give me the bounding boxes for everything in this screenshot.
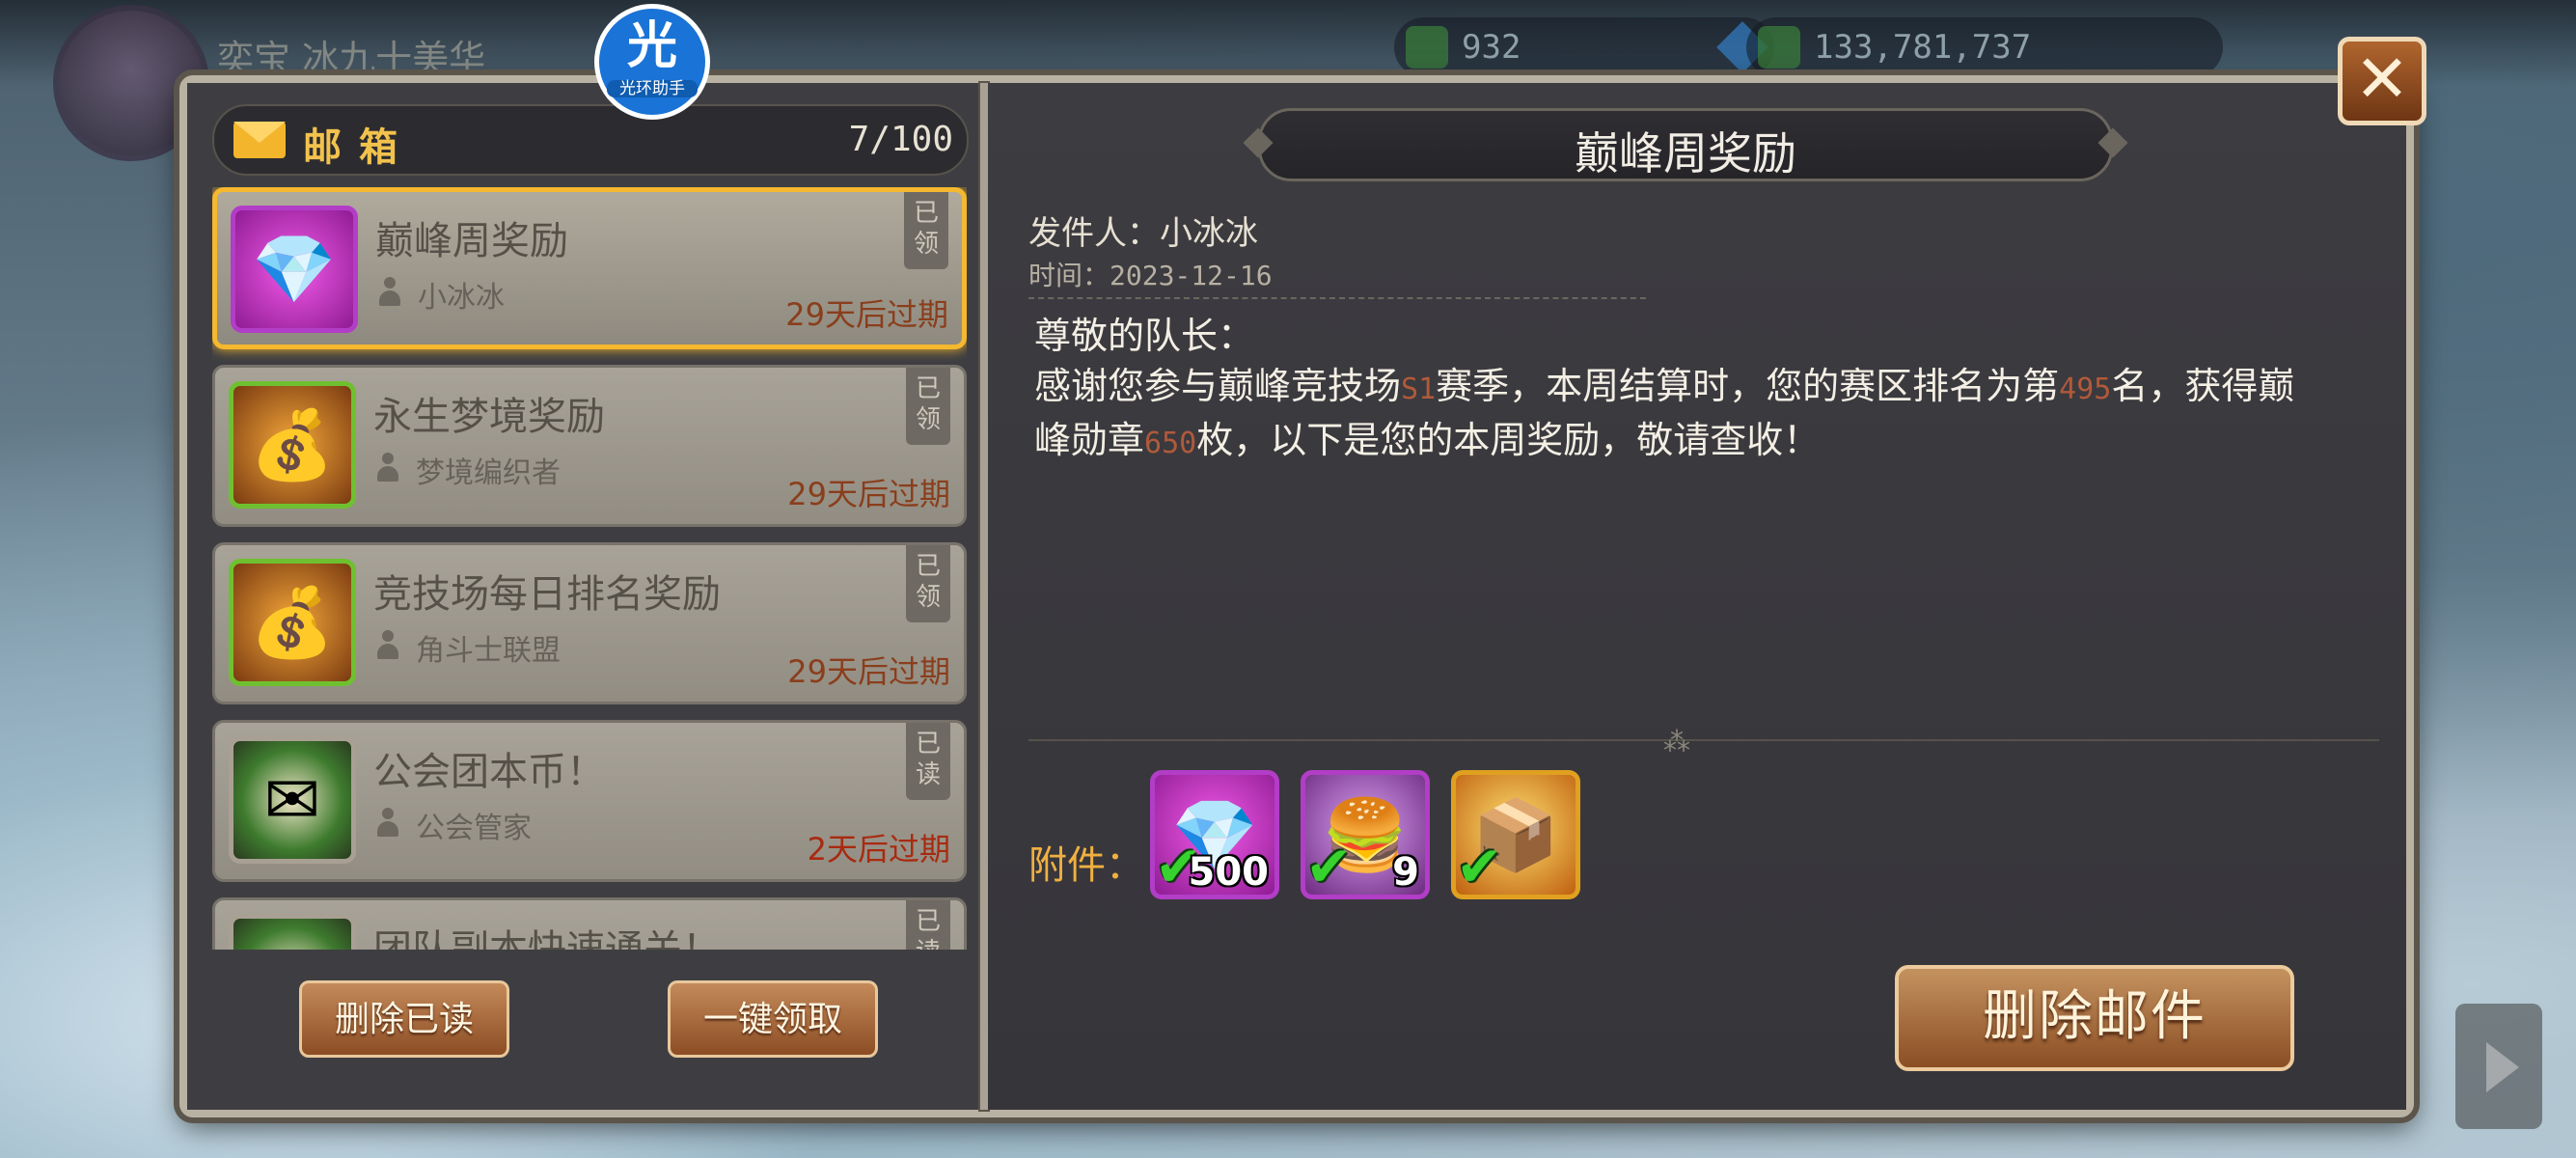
body-text-4: 枚，以下是您的本周奖励，敬请查收！	[1196, 419, 1821, 461]
mail-item-title: 团队副本快速通关！	[373, 927, 721, 950]
mail-item-expire: 29天后过期	[785, 296, 948, 333]
helper-badge[interactable]: 光 光环助手	[594, 4, 710, 120]
mail-detail-panel: 巅峰周奖励 发件人：小冰冰 时间：2023-12-16 尊敬的队长： 感谢您参与…	[988, 83, 2406, 1110]
gold-bag-icon: 💰	[229, 559, 356, 686]
helper-badge-main: 光	[626, 17, 677, 75]
letter-wreath-icon: ✉	[229, 914, 356, 950]
mail-body-paragraph: 感谢您参与巅峰竞技场S1赛季，本周结算时，您的赛区排名为第495名，获得巅峰勋章…	[1034, 361, 2308, 469]
player-name: 奕宝 冰九十美华	[217, 38, 486, 80]
panel-divider	[980, 83, 988, 1110]
envelope-icon	[233, 122, 286, 158]
mail-sender-line: 发件人：小冰冰	[1028, 214, 1258, 253]
attachment-diamond[interactable]: 💎 ✔ 500	[1150, 770, 1279, 899]
mail-item[interactable]: ✉ 公会团本币！ 公会管家 2天后过期 已读	[212, 720, 967, 882]
diamond-icon: 💎	[231, 206, 358, 333]
helper-badge-label: 光环助手	[607, 80, 698, 97]
close-button[interactable]: ✕	[2338, 37, 2426, 125]
mail-item-expire: 29天后过期	[787, 476, 950, 512]
attachment-label: 附件：	[1028, 843, 1144, 888]
gold-bag-icon: 💰	[229, 381, 356, 509]
mail-item[interactable]: ✉ 团队副本快速通关！ 已读	[212, 897, 967, 950]
claimed-check-icon: ✔	[1456, 834, 1503, 899]
mail-status-badge: 已读	[906, 900, 950, 950]
attachment-qty: 500	[1188, 850, 1270, 895]
delete-mail-button[interactable]: 删除邮件	[1895, 965, 2294, 1071]
rank-highlight: 495	[2059, 372, 2112, 406]
mail-item-title: 公会团本币！	[373, 750, 605, 794]
gold-resource: 133,781,737	[1746, 17, 2223, 77]
claimed-check-icon: ✔	[1305, 834, 1353, 899]
gold-count: 133,781,737	[1814, 28, 2032, 67]
mail-item-sender: 公会管家	[416, 812, 532, 845]
attachment-burger[interactable]: 🍔 ✔ 9	[1301, 770, 1430, 899]
mail-item-title: 永生梦境奖励	[373, 395, 605, 439]
mail-item-sender: 梦境编织者	[416, 456, 561, 490]
mail-status-badge: 已领	[904, 192, 948, 269]
dashed-divider	[1028, 297, 1646, 299]
mail-status-badge: 已读	[906, 723, 950, 800]
body-text-1: 感谢您参与巅峰竞技场	[1034, 365, 1402, 407]
body-text-2: 赛季，本周结算时，您的赛区排名为第	[1436, 365, 2060, 407]
person-icon	[375, 808, 400, 839]
claim-all-button[interactable]: 一键领取	[668, 980, 878, 1058]
resource-add-icon	[1406, 26, 1448, 69]
letter-wreath-icon: ✉	[229, 736, 356, 864]
gem-resource: 932	[1394, 17, 1774, 77]
mail-detail-title: 巅峰周奖励	[1575, 127, 1796, 179]
person-icon	[377, 277, 402, 308]
mail-item-sender: 角斗士联盟	[416, 634, 561, 668]
mail-item-expire: 2天后过期	[807, 831, 950, 868]
mail-count: 7/100	[848, 120, 953, 159]
person-icon	[375, 453, 400, 483]
mail-greeting: 尊敬的队长：	[1034, 315, 1255, 357]
mail-title-banner: 巅峰周奖励	[1258, 108, 2113, 181]
mail-item-sender: 小冰冰	[418, 281, 505, 315]
attachment-separator	[1028, 739, 2379, 741]
mail-item-title: 巅峰周奖励	[375, 219, 568, 263]
mail-item-title: 竞技场每日排名奖励	[373, 572, 721, 617]
resource-add-icon	[1758, 26, 1800, 69]
mail-list[interactable]: 💎 巅峰周奖励 小冰冰 29天后过期 已领 💰 永生梦境奖励 梦境编织者 29天…	[212, 187, 967, 950]
delete-read-button[interactable]: 删除已读	[299, 980, 509, 1058]
mail-item-selected[interactable]: 💎 巅峰周奖励 小冰冰 29天后过期 已领	[212, 187, 967, 349]
attachment-qty: 9	[1392, 850, 1419, 895]
mail-body: 尊敬的队长： 感谢您参与巅峰竞技场S1赛季，本周结算时，您的赛区排名为第495名…	[1034, 311, 2308, 469]
mail-window: 邮箱 7/100 💎 巅峰周奖励 小冰冰 29天后过期 已领 💰 永生梦境奖励 …	[179, 75, 2414, 1117]
mail-time-line: 时间：2023-12-16	[1028, 260, 1273, 291]
mailbox-header: 邮箱 7/100	[212, 104, 969, 176]
mail-status-badge: 已领	[906, 545, 950, 622]
ornament-icon: ⁂	[1663, 726, 1690, 758]
mail-status-badge: 已领	[906, 368, 950, 445]
mail-list-panel: 邮箱 7/100 💎 巅峰周奖励 小冰冰 29天后过期 已领 💰 永生梦境奖励 …	[187, 83, 980, 1110]
mail-item-expire: 29天后过期	[787, 653, 950, 690]
medal-highlight: 650	[1144, 427, 1197, 460]
mailbox-title: 邮箱	[303, 125, 415, 170]
mail-item[interactable]: 💰 竞技场每日排名奖励 角斗士联盟 29天后过期 已领	[212, 542, 967, 704]
next-arrow-icon[interactable]	[2455, 1004, 2542, 1129]
season-highlight: S1	[1401, 372, 1437, 406]
person-icon	[375, 630, 400, 661]
gem-count: 932	[1462, 28, 1521, 67]
attachment-chest[interactable]: 📦 ✔	[1451, 770, 1580, 899]
mail-item[interactable]: 💰 永生梦境奖励 梦境编织者 29天后过期 已领	[212, 365, 967, 527]
